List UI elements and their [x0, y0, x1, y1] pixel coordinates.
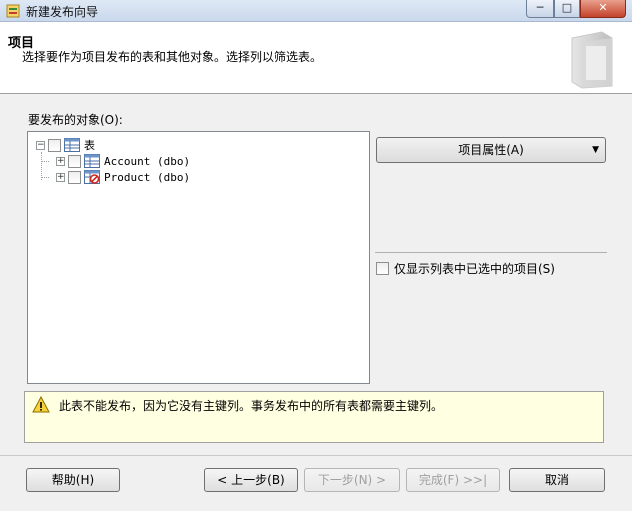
show-checked-only-checkbox[interactable]	[376, 262, 389, 275]
show-checked-only-option[interactable]: 仅显示列表中已选中的项目(S)	[376, 260, 555, 277]
back-button[interactable]: < 上一步(B)	[204, 468, 298, 492]
minimize-button[interactable]: ─	[526, 0, 554, 18]
wizard-header: 项目 选择要作为项目发布的表和其他对象。选择列以筛选表。	[0, 22, 632, 94]
dropdown-arrow-icon: ▼	[592, 145, 599, 155]
title-bar: 新建发布向导 ─ □ ✕	[0, 0, 632, 22]
tree-connector	[41, 161, 49, 162]
article-properties-button[interactable]: 项目属性(A) ▼	[376, 137, 606, 163]
window-title: 新建发布向导	[26, 5, 99, 19]
finish-button[interactable]: 完成(F) >>|	[406, 468, 500, 492]
cancel-button[interactable]: 取消	[509, 468, 605, 492]
publication-graphic-icon	[571, 31, 613, 89]
divider	[375, 252, 607, 253]
article-properties-label: 项目属性(A)	[458, 143, 524, 157]
article-issues-panel: 此表不能发布，因为它没有主键列。事务发布中的所有表都需要主键列。	[24, 391, 604, 443]
tree-node-label: Product (dbo)	[104, 170, 191, 184]
tree-node-account[interactable]: + Account (dbo)	[56, 153, 190, 169]
close-button[interactable]: ✕	[580, 0, 626, 18]
collapse-icon[interactable]: −	[36, 140, 45, 150]
product-checkbox[interactable]	[68, 170, 81, 184]
table-blocked-icon	[84, 170, 100, 184]
table-icon	[84, 154, 100, 168]
objects-tree[interactable]: − 表 + Account (dbo) + Product (dbo)	[27, 131, 370, 384]
warning-message: 此表不能发布，因为它没有主键列。事务发布中的所有表都需要主键列。	[59, 399, 444, 413]
tree-connector	[41, 177, 49, 178]
tree-node-label: Account (dbo)	[104, 154, 191, 168]
show-checked-only-label: 仅显示列表中已选中的项目(S)	[394, 262, 555, 276]
tree-node-tables[interactable]: − 表	[36, 137, 95, 153]
wizard-app-icon	[6, 4, 20, 18]
table-icon	[64, 138, 80, 152]
expand-icon[interactable]: +	[56, 156, 65, 166]
tree-connector	[41, 152, 42, 180]
warning-icon	[32, 396, 50, 413]
objects-label: 要发布的对象(O):	[28, 113, 123, 127]
page-subtitle: 选择要作为项目发布的表和其他对象。选择列以筛选表。	[22, 50, 323, 64]
account-checkbox[interactable]	[68, 154, 81, 168]
tree-node-product[interactable]: + Product (dbo)	[56, 169, 190, 185]
help-button[interactable]: 帮助(H)	[26, 468, 120, 492]
next-button[interactable]: 下一步(N) >	[304, 468, 400, 492]
tables-checkbox[interactable]	[48, 138, 61, 152]
tree-node-label: 表	[84, 139, 95, 152]
footer-divider	[0, 455, 632, 456]
maximize-button[interactable]: □	[554, 0, 580, 18]
expand-icon[interactable]: +	[56, 172, 65, 182]
